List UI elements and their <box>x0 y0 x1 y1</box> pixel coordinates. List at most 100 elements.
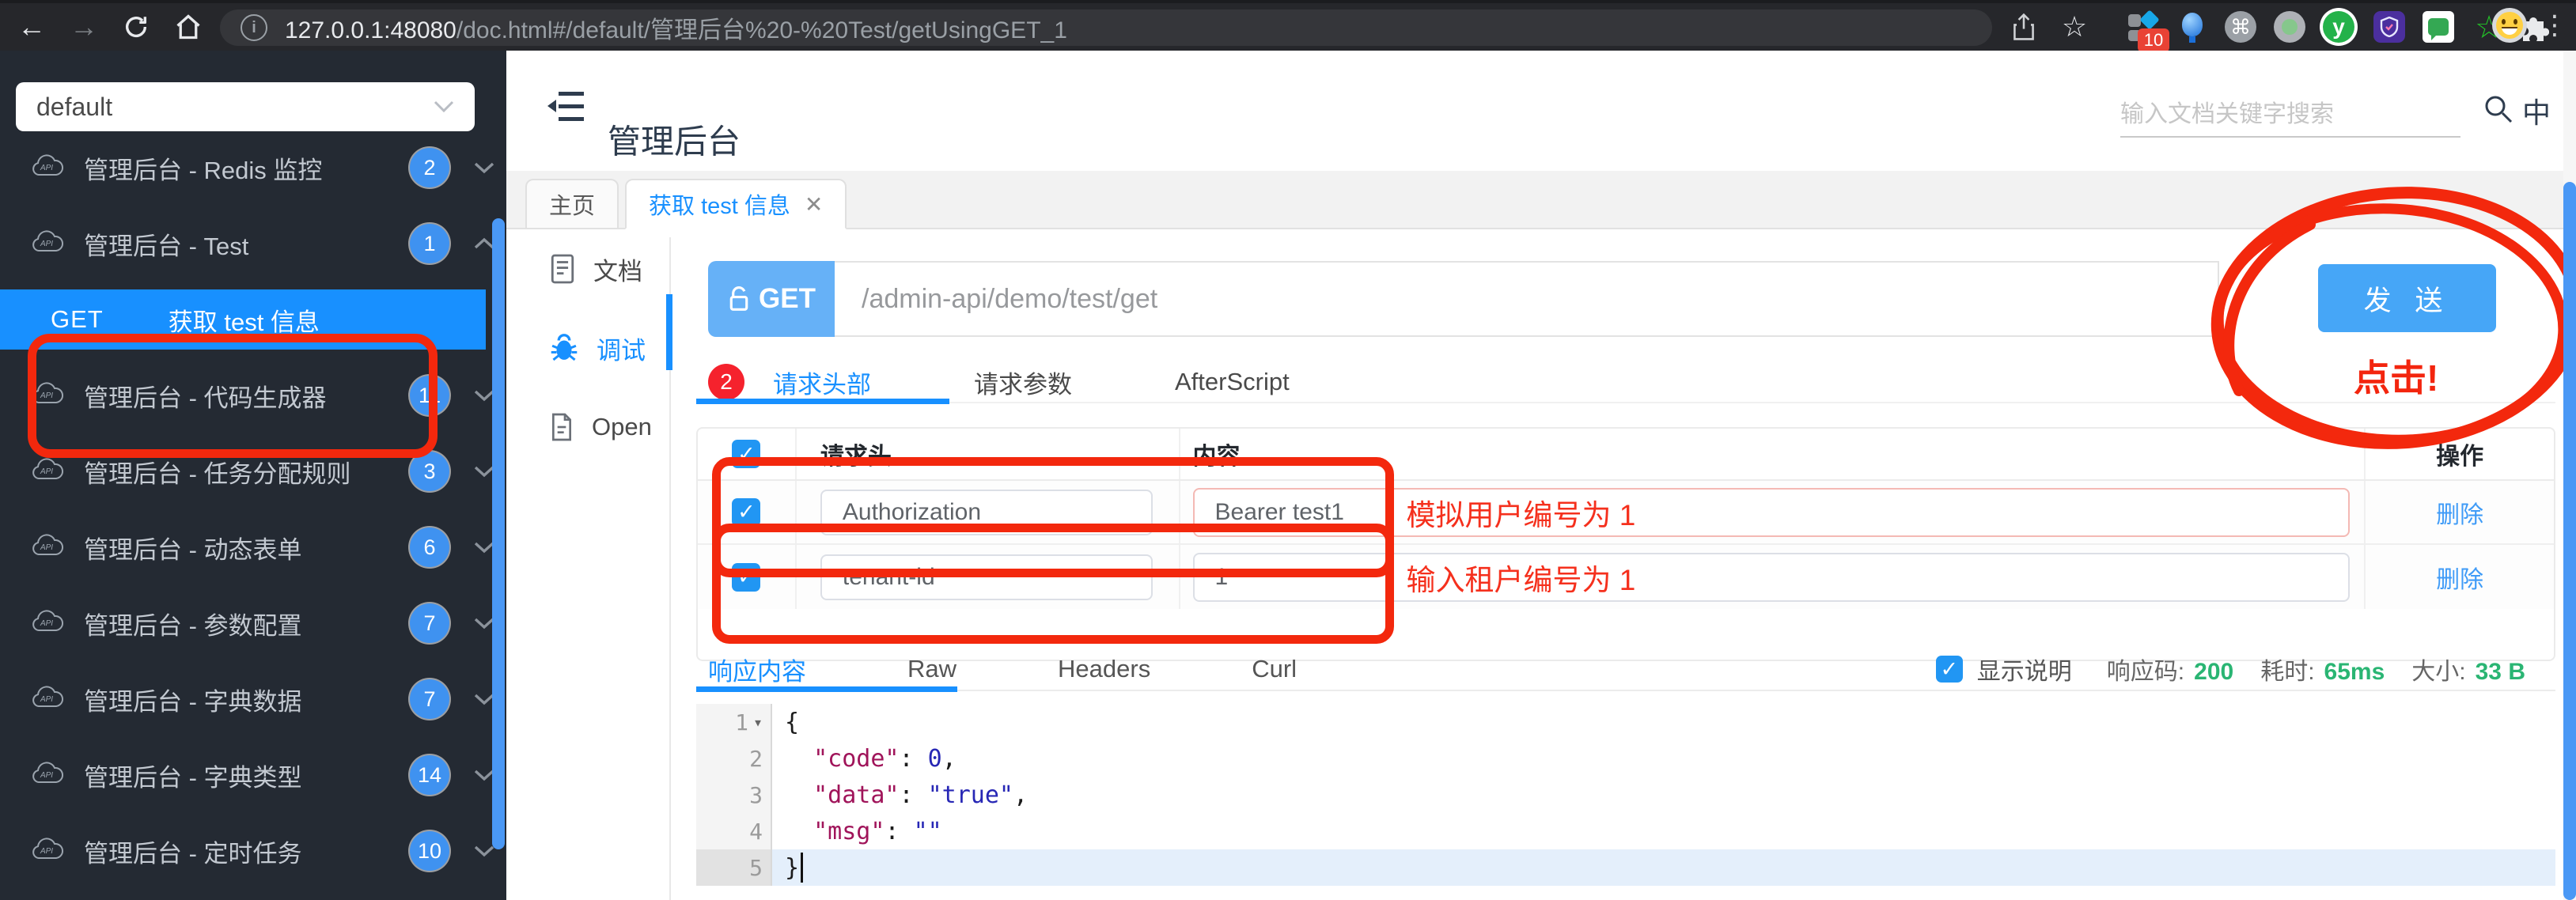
sidebar-group[interactable]: API 管理后台 - Redis 监控 2 <box>0 130 506 206</box>
response-tab-Curl[interactable]: Curl <box>1252 655 1297 683</box>
tab-获取 test 信息[interactable]: 获取 test 信息 ✕ <box>625 179 847 229</box>
language-toggle[interactable]: 中 <box>2522 90 2551 131</box>
extension-badge: 10 <box>2138 28 2169 52</box>
close-icon[interactable]: ✕ <box>805 191 823 217</box>
header-value-input[interactable]: Bearer test1 <box>1192 487 2350 537</box>
sidebar-group[interactable]: API 管理后台 - 动态表单 6 <box>0 509 506 585</box>
sidebar-group[interactable]: API 管理后台 - 参数配置 7 <box>0 585 506 661</box>
menu-fold-icon[interactable] <box>547 90 584 123</box>
delete-link[interactable]: 删除 <box>2436 560 2483 595</box>
row-checkbox[interactable]: ✓ <box>732 562 761 592</box>
request-tab-AfterScript[interactable]: AfterScript <box>1175 368 1290 396</box>
sidebar-group[interactable]: API 管理后台 - 字典数据 7 <box>0 661 506 737</box>
select-all-checkbox[interactable]: ✓ <box>732 440 761 468</box>
doc-search-input[interactable]: 输入文档关键字搜索 <box>2120 87 2460 138</box>
document-icon <box>549 253 576 285</box>
code-token: 0 <box>927 744 942 773</box>
code-token: } <box>785 853 800 882</box>
unlock-icon <box>729 286 748 311</box>
request-active-underline <box>696 399 949 404</box>
project-select[interactable]: default <box>16 82 475 131</box>
fold-arrow-icon[interactable]: ▾ <box>753 713 763 732</box>
vmenu-label: 文档 <box>593 257 642 286</box>
request-path-input[interactable]: /admin-api/demo/test/get <box>835 261 2219 337</box>
response-editor[interactable]: 1 ▾{2 "code": 0,3 "data": "true", 4 "msg":… <box>696 704 2555 900</box>
sidebar-group[interactable]: API 管理后台 - 定时任务 10 <box>0 813 506 889</box>
search-icon[interactable] <box>2481 92 2516 127</box>
column-title: 内容 <box>1192 444 1241 470</box>
table-row: ✓ Authorization Bearer test1 模拟用户编号为 1 删除 <box>698 481 2554 545</box>
delete-link[interactable]: 删除 <box>2436 495 2483 530</box>
api-cloud-icon: API <box>32 837 63 859</box>
tiles-extension-icon[interactable]: 10 <box>2127 9 2169 52</box>
sidebar-group[interactable]: API 管理后台 - 任务分配规则 3 <box>0 433 506 509</box>
page-scrollbar-thumb[interactable] <box>2563 182 2576 900</box>
editor-line-number: 4 <box>696 813 772 849</box>
refresh-icon[interactable] <box>116 3 157 51</box>
header-name-input[interactable]: Authorization <box>820 489 1153 535</box>
show-description-checkbox[interactable]: ✓ <box>1935 656 1963 683</box>
svg-text:API: API <box>40 391 53 400</box>
sidebar-group[interactable]: API 管理后台 - 字典类型 14 <box>0 737 506 813</box>
api-cloud-icon: API <box>32 229 63 251</box>
svg-text:API: API <box>40 771 53 780</box>
tab-label: 获取 test 信息 <box>649 194 790 219</box>
sidebar-group-label: 管理后台 - 定时任务 <box>84 839 302 868</box>
sidebar-api-row: GET 获取 test 信息 <box>0 282 506 357</box>
editor-line-number: 5 <box>696 849 772 886</box>
response-tab-响应内容[interactable]: 响应内容 <box>708 652 806 687</box>
smiley-extension-icon[interactable] <box>2492 8 2527 43</box>
api-cloud-icon: API <box>28 836 65 867</box>
code-token: : <box>899 744 928 773</box>
method-button[interactable]: GET <box>708 261 835 337</box>
forward-icon[interactable]: → <box>63 3 104 51</box>
send-button[interactable]: 发 送 <box>2318 264 2496 332</box>
browser-menu-icon[interactable]: ⋮ <box>2541 9 2568 41</box>
bookmark-star-icon[interactable]: ☆ <box>2054 3 2095 51</box>
error-count-badge: 2 <box>708 364 744 400</box>
response-tab-Raw[interactable]: Raw <box>907 655 957 683</box>
api-count-badge: 3 <box>410 452 449 491</box>
balloon-extension-icon[interactable] <box>2176 11 2210 46</box>
file-icon <box>549 411 574 443</box>
url-text: 127.0.0.1:48080/doc.html#/default/管理后台%2… <box>285 17 1067 43</box>
row-checkbox[interactable]: ✓ <box>732 497 761 527</box>
share-icon[interactable] <box>2003 3 2044 51</box>
address-bar[interactable]: i 127.0.0.1:48080/doc.html#/default/管理后台… <box>220 9 1992 46</box>
editor-line: 5} <box>696 849 2555 886</box>
editor-line: 4 "msg": "" <box>696 813 2555 849</box>
header-name-input[interactable]: tenant-id <box>820 554 1153 600</box>
code-token: : <box>885 817 914 845</box>
tab-主页[interactable]: 主页 <box>525 179 619 228</box>
chat-extension-icon[interactable] <box>2423 11 2457 46</box>
editor-line-number: 3 <box>696 777 772 813</box>
sidebar-group[interactable]: API 管理后台 - 代码生成器 11 <box>0 357 506 433</box>
vmenu-file[interactable]: Open <box>549 395 652 459</box>
header-value-input[interactable]: 1 <box>1192 552 2350 602</box>
table-header-cell: 请求头 <box>797 429 1180 479</box>
editor-code: { <box>772 704 2555 740</box>
request-tab-请求头部[interactable]: 请求头部 <box>773 365 871 400</box>
sidebar-api-item-active[interactable]: GET 获取 test 信息 <box>0 289 486 350</box>
shield-extension-icon[interactable] <box>2373 11 2408 46</box>
sidebar-scrollbar[interactable] <box>492 218 505 849</box>
recorder-extension-icon[interactable] <box>2274 11 2309 46</box>
request-tab-请求参数[interactable]: 请求参数 <box>974 365 1072 400</box>
row-actions-cell: 删除 <box>2366 481 2554 543</box>
vmenu-bug[interactable]: 调试 <box>549 316 646 380</box>
command-extension-icon[interactable]: ⌘ <box>2225 11 2260 46</box>
svg-text:API: API <box>40 467 53 476</box>
y-extension-icon[interactable]: y <box>2323 11 2358 46</box>
sidebar-group[interactable]: API 管理后台 - Test 1 <box>0 206 506 282</box>
response-tab-Headers[interactable]: Headers <box>1058 655 1150 683</box>
editor-line: 3 "data": "true", <box>696 777 2555 813</box>
page-info-icon[interactable]: i <box>241 14 267 41</box>
home-icon[interactable] <box>168 3 209 51</box>
column-title: 操作 <box>2436 444 2484 470</box>
back-icon[interactable]: ← <box>11 3 52 51</box>
api-cloud-icon: API <box>28 532 65 563</box>
vmenu-document[interactable]: 文档 <box>549 237 642 301</box>
header-value-cell: 1 输入租户编号为 1 <box>1180 545 2366 609</box>
api-cloud-icon: API <box>28 456 65 487</box>
stat-value: 65ms <box>2324 659 2385 685</box>
